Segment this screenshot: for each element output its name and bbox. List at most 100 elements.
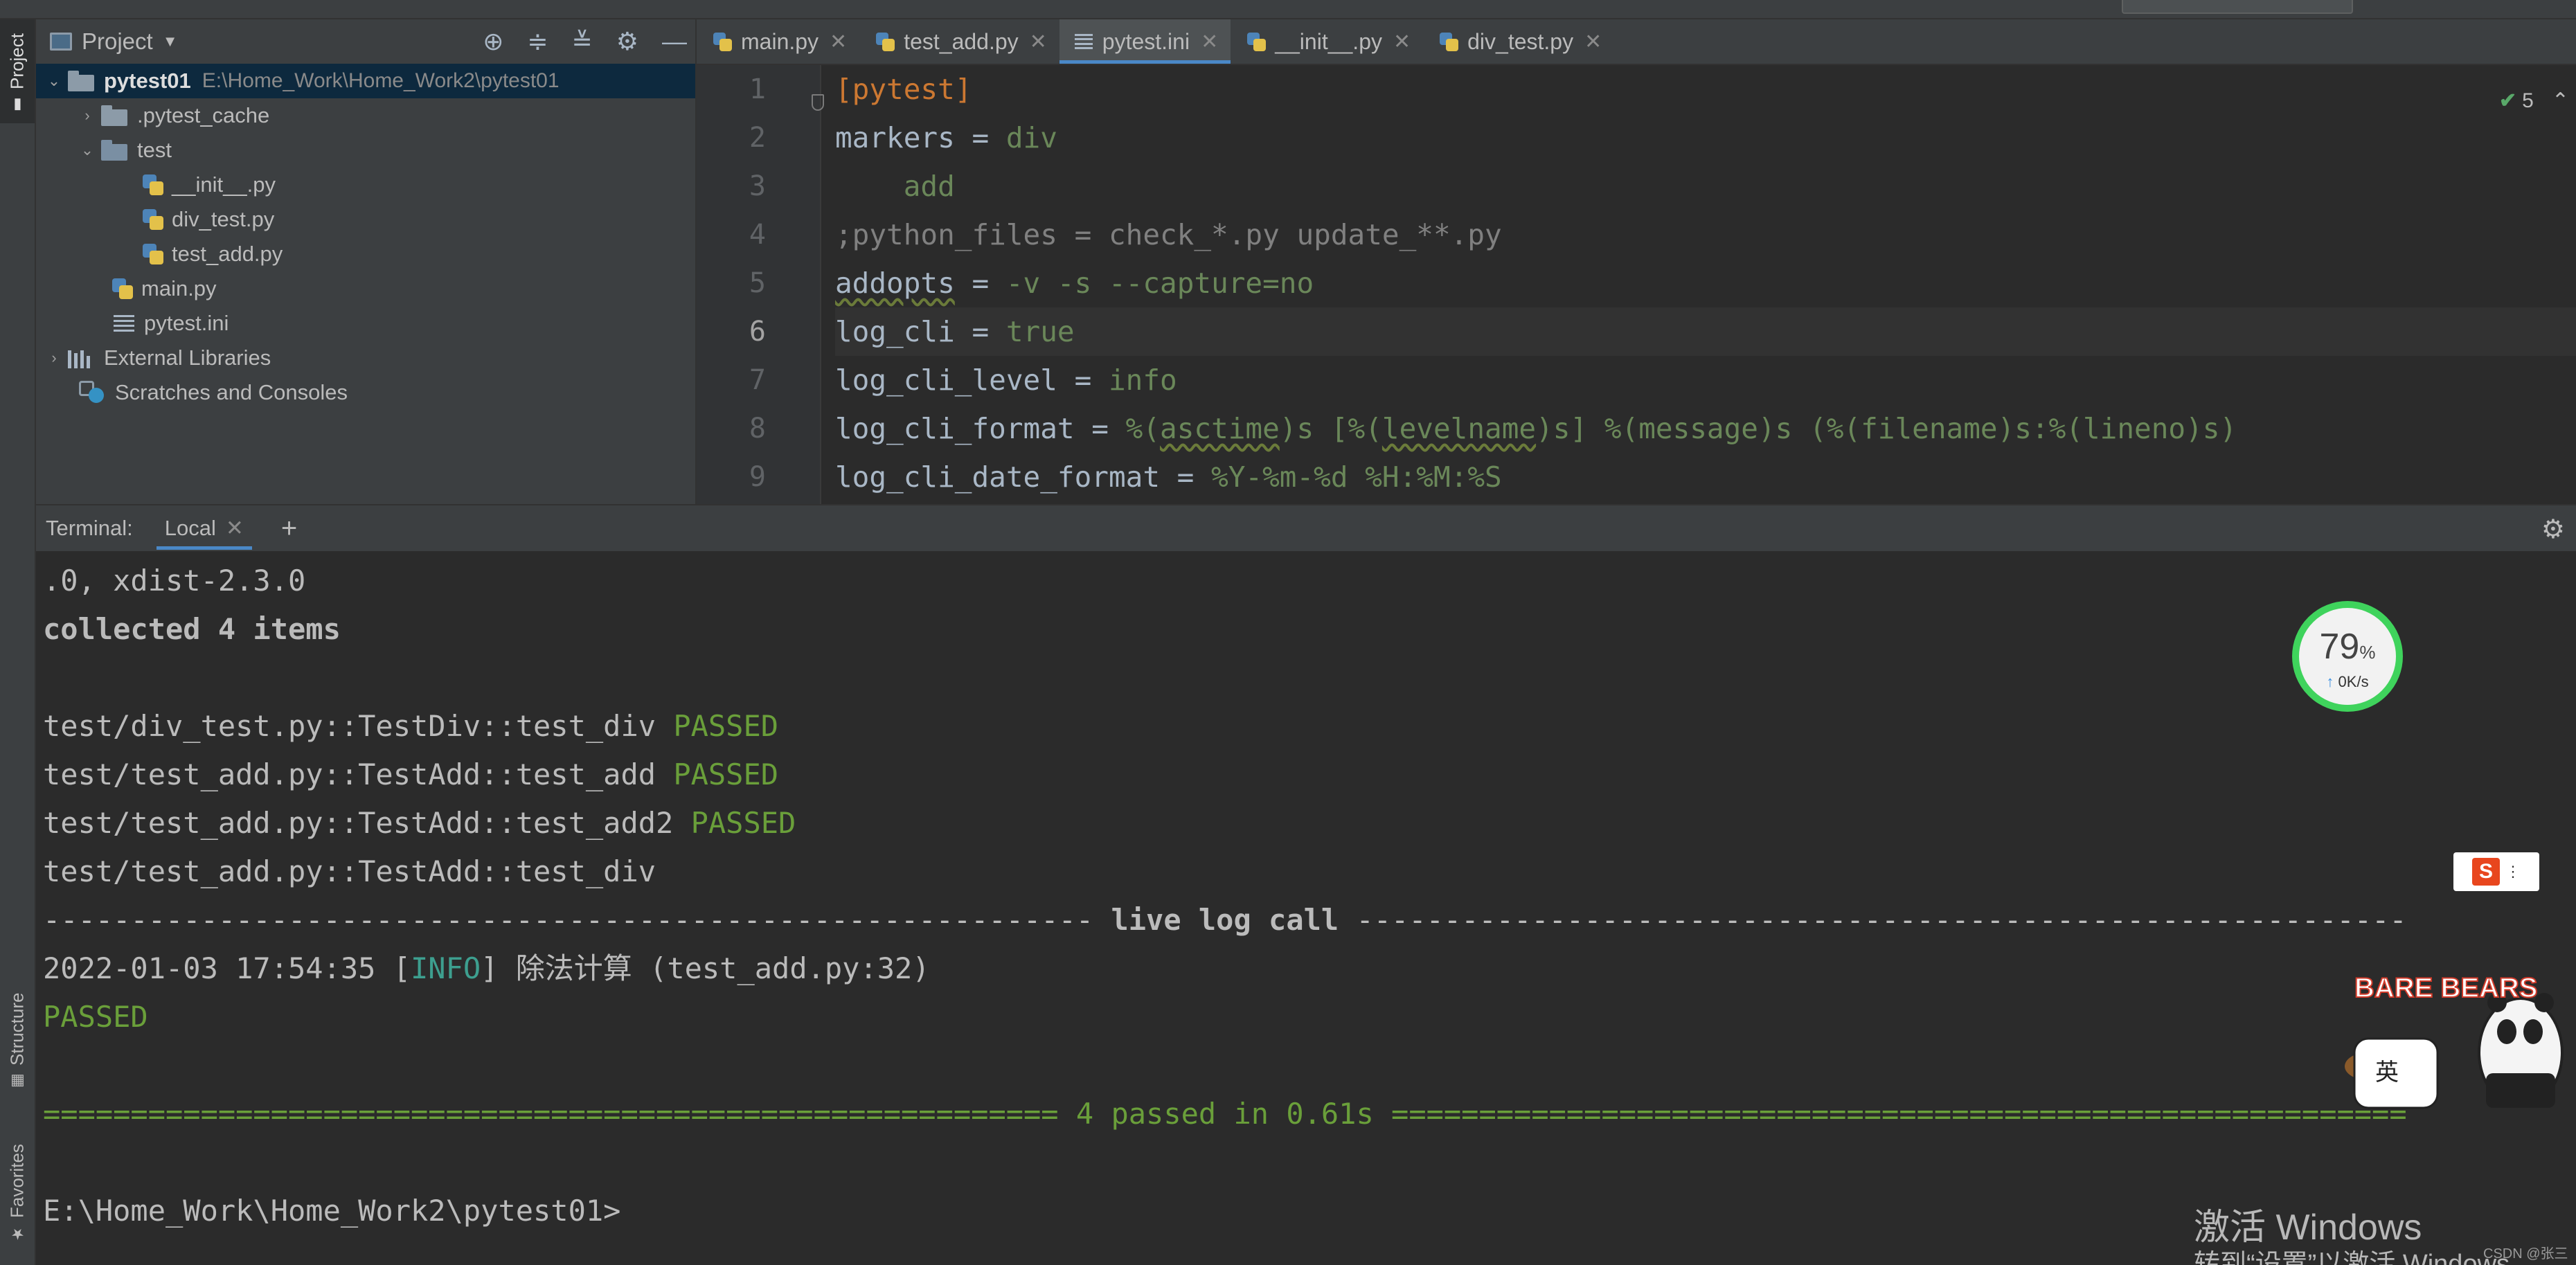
code-value: -v -s --capture=no xyxy=(1005,267,1314,300)
tree-item-external-libraries[interactable]: › External Libraries xyxy=(36,341,695,375)
network-speed-widget[interactable]: 79% ↑ 0K/s xyxy=(2292,601,2403,712)
fold-icon[interactable] xyxy=(812,94,828,115)
code-line-5: addopts = -v -s --capture=no xyxy=(835,259,2576,307)
run-configuration-dropdown[interactable] xyxy=(2122,0,2353,14)
tree-item-div-test-py[interactable]: div_test.py xyxy=(36,202,695,237)
live-log-heading: live log call xyxy=(1111,903,1339,937)
tree-item-pytest-cache[interactable]: › .pytest_cache xyxy=(36,98,695,133)
tree-item-test[interactable]: ⌄ test xyxy=(36,133,695,168)
arrow-up-icon: ↑ xyxy=(2326,673,2334,690)
project-panel-title[interactable]: Project xyxy=(82,28,153,55)
tab-init-py[interactable]: __init__.py ✕ xyxy=(1231,19,1423,64)
line-number: 5 xyxy=(749,267,766,299)
code-line-3: add xyxy=(835,162,2576,210)
project-panel-tools: ⊕ ≑ ≚ ⚙ — xyxy=(483,19,687,64)
passed-status: PASSED xyxy=(690,806,796,840)
terminal-text: .0, xdist-2.3.0 xyxy=(43,564,306,598)
chevron-right-icon[interactable]: › xyxy=(44,349,64,367)
chevron-down-icon[interactable]: ▼ xyxy=(163,33,178,51)
tree-item-pytest-ini[interactable]: pytest.ini xyxy=(36,306,695,341)
project-tool-tab[interactable]: ▮ Project xyxy=(0,19,35,123)
line-number: 2 xyxy=(749,122,766,154)
speed-percent-value: 79 xyxy=(2319,627,2360,667)
project-view-icon xyxy=(50,33,72,51)
code-line-6: log_cli = true xyxy=(835,307,2576,356)
tree-item-main-py[interactable]: main.py xyxy=(36,271,695,306)
collapse-all-icon[interactable]: ≚ xyxy=(572,27,593,56)
passed-status: PASSED xyxy=(43,1000,148,1034)
close-icon[interactable]: ✕ xyxy=(830,30,847,54)
code-line-8: log_cli_format = %(asctime)s [%(levelnam… xyxy=(835,404,2576,453)
python-file-icon xyxy=(141,173,165,197)
code-value: )s [%( xyxy=(1279,412,1382,445)
project-tree: ⌄ pytest01 E:\Home_Work\Home_Work2\pytes… xyxy=(36,64,695,410)
terminal-header: Terminal: Local ✕ + ⚙ xyxy=(36,505,2576,551)
folder-icon: ▮ xyxy=(8,96,26,114)
folder-icon xyxy=(101,105,129,126)
chevron-down-icon[interactable]: ⌄ xyxy=(78,141,97,159)
expand-all-icon[interactable]: ≑ xyxy=(527,27,548,56)
gear-icon[interactable]: ⚙ xyxy=(2541,514,2565,545)
tab-label: __init__.py xyxy=(1275,28,1382,54)
close-icon[interactable]: ✕ xyxy=(1201,30,1218,54)
tree-item-scratches[interactable]: Scratches and Consoles xyxy=(36,375,695,410)
terminal-tab-local[interactable]: Local ✕ xyxy=(156,505,252,551)
terminal-line[interactable]: E:\Home_Work\Home_Work2\pytest01> xyxy=(43,1187,620,1235)
more-icon[interactable]: ⋮ xyxy=(2505,863,2521,881)
speed-percent-unit: % xyxy=(2359,642,2376,663)
code-value: div xyxy=(1005,121,1057,154)
python-file-icon xyxy=(141,242,165,266)
editor: main.py ✕ test_add.py ✕ pytest.ini ✕ __i… xyxy=(697,19,2576,504)
tree-item-label: Scratches and Consoles xyxy=(115,380,348,404)
locate-icon[interactable]: ⊕ xyxy=(483,27,503,56)
library-icon xyxy=(68,348,96,368)
tab-pytest-ini[interactable]: pytest.ini ✕ xyxy=(1059,19,1231,64)
code-value: asctime xyxy=(1160,412,1280,445)
terminal-line: PASSED xyxy=(43,993,148,1041)
tree-item-label: main.py xyxy=(141,276,217,300)
project-tool-label: Project xyxy=(6,33,28,89)
chevron-right-icon[interactable]: › xyxy=(78,107,97,125)
tree-item-pytest01[interactable]: ⌄ pytest01 E:\Home_Work\Home_Work2\pytes… xyxy=(36,64,695,98)
tab-main-py[interactable]: main.py ✕ xyxy=(697,19,859,64)
python-file-icon xyxy=(141,208,165,231)
gear-icon[interactable]: ⚙ xyxy=(616,27,638,56)
passed-status: PASSED xyxy=(673,709,779,743)
close-icon[interactable]: ✕ xyxy=(1030,30,1047,54)
terminal-line: .0, xdist-2.3.0 xyxy=(43,557,305,605)
terminal-line: ----------------------------------------… xyxy=(43,896,2407,944)
terminal-line: test/test_add.py::TestAdd::test_add2 PAS… xyxy=(43,799,796,847)
inspection-widget[interactable]: ✔ 5 ⌃ xyxy=(2499,89,2569,113)
code-value: add xyxy=(903,170,955,203)
log-level: INFO xyxy=(411,951,481,985)
favorites-tool-tab[interactable]: ★ Favorites xyxy=(0,1134,35,1252)
code-value: %( xyxy=(1125,412,1161,445)
close-icon[interactable]: ✕ xyxy=(226,516,244,541)
editor-tabs: main.py ✕ test_add.py ✕ pytest.ini ✕ __i… xyxy=(697,19,2576,65)
tab-div-test-py[interactable]: div_test.py ✕ xyxy=(1423,19,1614,64)
line-number: 8 xyxy=(749,413,766,445)
chevron-down-icon[interactable]: ⌄ xyxy=(44,72,64,90)
tab-test-add-py[interactable]: test_add.py ✕ xyxy=(859,19,1059,64)
input-method-toolbar[interactable]: S ⋮ xyxy=(2453,852,2539,891)
summary-line: ========================================… xyxy=(43,1097,2407,1131)
line-number: 1 xyxy=(749,73,766,105)
tab-label: div_test.py xyxy=(1467,28,1574,54)
close-icon[interactable]: ✕ xyxy=(1393,30,1411,54)
ime-language-indicator[interactable]: 英 xyxy=(2375,1059,2399,1086)
check-icon: ✔ xyxy=(2499,89,2517,112)
folder-icon xyxy=(68,71,96,91)
terminal-line: test/div_test.py::TestDiv::test_div PASS… xyxy=(43,702,778,751)
tree-item-init-py[interactable]: __init__.py xyxy=(36,168,695,202)
tree-item-path: E:\Home_Work\Home_Work2\pytest01 xyxy=(202,69,560,92)
code-value: )s] %(message)s (%(filename)s:%(lineno)s… xyxy=(1536,412,2237,445)
terminal-line: test/test_add.py::TestAdd::test_div xyxy=(43,847,656,896)
terminal-line: collected 4 items xyxy=(43,605,341,654)
close-icon[interactable]: ✕ xyxy=(1584,30,1602,54)
tree-item-test-add-py[interactable]: test_add.py xyxy=(36,237,695,271)
tree-item-label: __init__.py xyxy=(172,172,276,197)
chevron-up-icon[interactable]: ⌃ xyxy=(2552,89,2569,113)
add-terminal-icon[interactable]: + xyxy=(281,513,297,544)
structure-tool-tab[interactable]: ▦ Structure xyxy=(0,982,35,1100)
minimize-icon[interactable]: — xyxy=(662,27,687,56)
